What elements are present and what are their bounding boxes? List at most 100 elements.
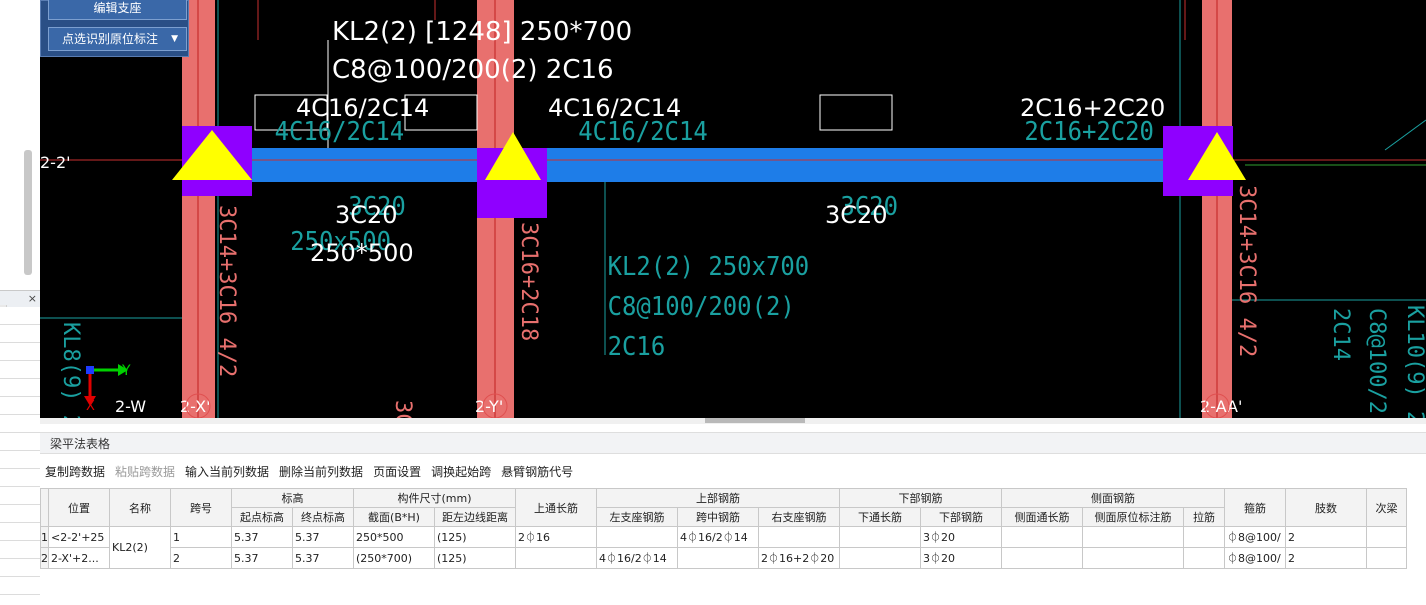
cell-legs[interactable]: 2: [1285, 526, 1367, 548]
axis-w-label: 2-W: [115, 397, 146, 416]
cell-name[interactable]: KL2(2): [109, 526, 171, 569]
col-bottom-through[interactable]: 下通长筋: [839, 507, 921, 527]
tool-panel: 编辑支座 点选识别原位标注 ▼: [40, 0, 189, 57]
col-position[interactable]: 位置: [48, 488, 110, 527]
swap-start-span-button[interactable]: 调换起始跨: [431, 460, 491, 484]
cell-end[interactable]: 5.37: [292, 526, 354, 548]
cell-offset[interactable]: (125): [434, 526, 516, 548]
cell-position[interactable]: 2-X'+2...: [48, 547, 110, 569]
cell-secondary[interactable]: [1366, 547, 1407, 569]
y-axis-label: Y: [121, 363, 131, 379]
left-side-panel: ×: [0, 0, 41, 605]
top-right-label: 2C16+2C20: [1020, 94, 1165, 122]
col-tie[interactable]: 拉筋: [1183, 507, 1225, 527]
col-top-through[interactable]: 上通长筋: [515, 488, 597, 527]
cell-mid[interactable]: 4⏀16/2⏀14: [677, 526, 759, 548]
cell-section[interactable]: (250*700): [353, 547, 435, 569]
beam-header-line2: C8@100/200(2) 2C16: [332, 55, 614, 85]
cell-bottom-through[interactable]: [839, 547, 921, 569]
table-row[interactable]: 1 <2-2'+25 KL2(2) 1 5.37 5.37 250*500 (1…: [40, 526, 1407, 569]
cell-side-in-situ[interactable]: [1082, 526, 1184, 548]
edit-support-button[interactable]: 编辑支座: [48, 0, 187, 20]
bottom-left-section: 250*500: [310, 239, 414, 267]
cell-mid[interactable]: [677, 547, 759, 569]
col-start-elev[interactable]: 起点标高: [231, 507, 293, 527]
col-offset[interactable]: 距左边线距离: [434, 507, 516, 527]
header-row-sub: 起点标高 终点标高 截面(B*H) 距左边线距离 左支座钢筋 跨中钢筋 右支座钢…: [41, 507, 1407, 527]
x-axis-label: X: [86, 399, 95, 414]
cell-stirrup[interactable]: ⏀8@100/: [1224, 526, 1286, 548]
cell-offset[interactable]: (125): [434, 547, 516, 569]
col-bottom-rebar[interactable]: 下部钢筋: [839, 488, 1002, 508]
close-icon[interactable]: ×: [28, 291, 37, 307]
cell-left-support[interactable]: 4⏀16/2⏀14: [596, 547, 678, 569]
col-size[interactable]: 构件尺寸(mm): [353, 488, 516, 508]
cell-secondary[interactable]: [1366, 526, 1407, 548]
col-secondary[interactable]: 次梁: [1366, 488, 1407, 527]
cell-top-through[interactable]: 2⏀16: [515, 526, 597, 548]
cell-end[interactable]: 5.37: [292, 547, 354, 569]
row-index: 2: [40, 547, 49, 569]
cantilever-code-button[interactable]: 悬臂钢筋代号: [501, 460, 573, 484]
col-label-b: 3C16+2C18: [516, 222, 541, 341]
cell-span[interactable]: 1: [170, 526, 232, 548]
cell-tie[interactable]: [1183, 547, 1225, 569]
cell-bottom-through[interactable]: [839, 526, 921, 548]
col-left-support[interactable]: 左支座钢筋: [596, 507, 678, 527]
cell-tie[interactable]: [1183, 526, 1225, 548]
col-elevation[interactable]: 标高: [231, 488, 354, 508]
col-right-support[interactable]: 右支座钢筋: [758, 507, 840, 527]
col-mid-span[interactable]: 跨中钢筋: [677, 507, 759, 527]
cell-span[interactable]: 2: [170, 547, 232, 569]
table-row[interactable]: 2 2-X'+2... 2 5.37 5.37 (250*700) (125) …: [40, 547, 1407, 569]
cell-position[interactable]: <2-2'+25: [48, 526, 110, 548]
col-label-a: 3C14+3C16 4/2: [214, 205, 239, 377]
left-grid: [0, 307, 40, 605]
cell-start[interactable]: 5.37: [231, 547, 293, 569]
cell-right-support[interactable]: [758, 526, 840, 548]
cell-left-support[interactable]: [596, 526, 678, 548]
cell-top-through[interactable]: [515, 547, 597, 569]
paste-span-button[interactable]: 粘贴跨数据: [115, 460, 175, 484]
col-stirrup[interactable]: 箍筋: [1224, 488, 1286, 527]
cell-start[interactable]: 5.37: [231, 526, 293, 548]
cell-side-in-situ[interactable]: [1082, 547, 1184, 569]
page-setup-button[interactable]: 页面设置: [373, 460, 421, 484]
cad-canvas[interactable]: 4C16/2C14 4C16/2C14 2C16+2C20 3C20 3C20 …: [40, 0, 1426, 418]
identify-label-dropdown[interactable]: 点选识别原位标注 ▼: [48, 27, 187, 51]
bottom-right-label: 3C20: [825, 201, 888, 229]
cell-legs[interactable]: 2: [1285, 547, 1367, 569]
col-section[interactable]: 截面(B*H): [353, 507, 435, 527]
top-left-label: 4C16/2C14: [296, 94, 429, 122]
header-row-top: 位置 名称 跨号 标高 构件尺寸(mm) 上通长筋 上部钢筋 下部钢筋 侧面钢筋…: [40, 488, 1407, 527]
col-side-rebar[interactable]: 侧面钢筋: [1001, 488, 1225, 508]
splitter-grip[interactable]: [705, 418, 805, 423]
copy-span-button[interactable]: 复制跨数据: [45, 460, 105, 484]
cell-bottom[interactable]: 3⏀20: [920, 547, 1002, 569]
col-side-through[interactable]: 侧面通长筋: [1001, 507, 1083, 527]
col-span[interactable]: 跨号: [170, 488, 232, 527]
cell-bottom[interactable]: 3⏀20: [920, 526, 1002, 548]
cyan-block-line1: KL2(2) 250x700: [608, 251, 810, 281]
col-end-elev[interactable]: 终点标高: [292, 507, 354, 527]
col-name[interactable]: 名称: [109, 488, 171, 527]
col-bottom[interactable]: 下部钢筋: [920, 507, 1002, 527]
cell-stirrup[interactable]: ⏀8@100/: [1224, 547, 1286, 569]
col-label-c: 3C14+3C16 4/2: [1234, 185, 1259, 357]
col-legs[interactable]: 肢数: [1285, 488, 1367, 527]
cell-side-through[interactable]: [1001, 526, 1083, 548]
cell-side-through[interactable]: [1001, 547, 1083, 569]
beam-table-panel: 梁平法表格 复制跨数据 粘贴跨数据 输入当前列数据 删除当前列数据 页面设置 调…: [40, 424, 1426, 605]
input-column-button[interactable]: 输入当前列数据: [185, 460, 269, 484]
top-mid-label: 4C16/2C14: [548, 94, 681, 122]
identify-label-text: 点选识别原位标注: [62, 32, 159, 46]
left-scrollbar[interactable]: [24, 150, 32, 275]
col-top-rebar[interactable]: 上部钢筋: [596, 488, 840, 508]
cell-section[interactable]: 250*500: [353, 526, 435, 548]
col-side-in-situ[interactable]: 侧面原位标注筋: [1082, 507, 1184, 527]
cell-right-support[interactable]: 2⏀16+2⏀20: [758, 547, 840, 569]
axis-row-label: 2-2': [40, 153, 71, 172]
right-vertical-text-1: 2C14: [1328, 308, 1353, 361]
annotation-box-3: [819, 94, 893, 131]
delete-column-button[interactable]: 删除当前列数据: [279, 460, 363, 484]
